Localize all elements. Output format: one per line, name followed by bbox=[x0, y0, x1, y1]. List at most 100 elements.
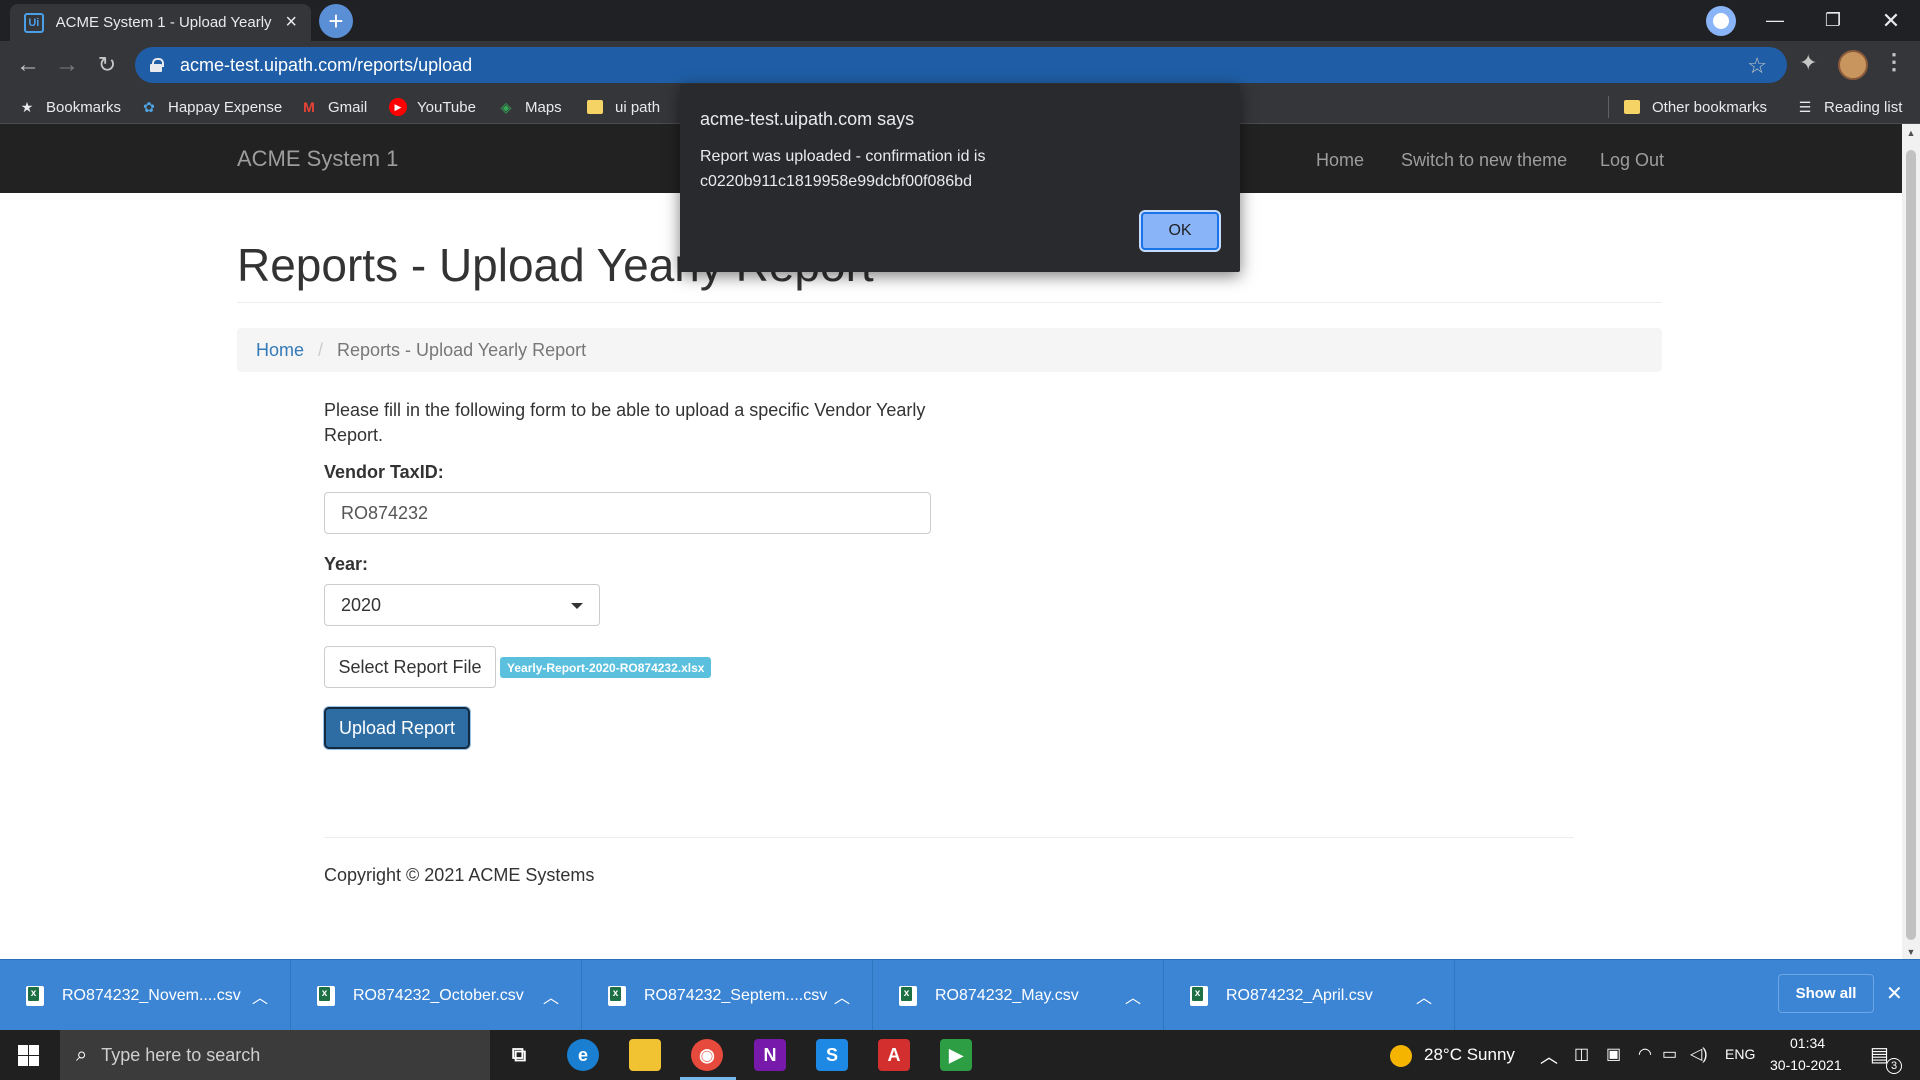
year-label: Year: bbox=[324, 554, 369, 574]
tab-strip: Ui ACME System 1 - Upload Yearly R × + —… bbox=[0, 0, 1920, 41]
nav-switch-theme[interactable]: Switch to new theme bbox=[1401, 150, 1567, 171]
download-item[interactable]: RO874232_May.csv ︿ bbox=[873, 960, 1164, 1031]
network-icon[interactable]: ◫ bbox=[1574, 1044, 1589, 1064]
upload-report-button[interactable]: Upload Report bbox=[324, 707, 470, 749]
dialog-message: Report was uploaded - confirmation id is… bbox=[700, 148, 986, 190]
bookmark-ui-path[interactable]: ui path bbox=[587, 95, 660, 119]
reload-icon[interactable]: ↻ bbox=[91, 49, 123, 81]
sun-weather-icon[interactable] bbox=[1390, 1045, 1412, 1067]
download-filename: RO874232_October.csv bbox=[353, 986, 524, 1004]
select-report-file-button[interactable]: Select Report File bbox=[324, 646, 496, 688]
task-view-icon[interactable]: ⧉ bbox=[503, 1039, 535, 1071]
bookmark-gmail[interactable]: M Gmail bbox=[300, 95, 367, 119]
minimize-icon[interactable]: — bbox=[1752, 0, 1798, 41]
browser-menu-icon[interactable]: ⋮ bbox=[1883, 49, 1905, 75]
download-filename: RO874232_Novem....csv bbox=[62, 986, 241, 1004]
forward-icon[interactable]: → bbox=[51, 49, 83, 81]
acrobat-icon[interactable]: A bbox=[878, 1039, 910, 1071]
copyright-text: Copyright © 2021 ACME Systems bbox=[324, 865, 595, 885]
close-shelf-icon[interactable]: ✕ bbox=[1886, 981, 1903, 1006]
clock-date[interactable]: 30-10-2021 bbox=[1770, 1057, 1842, 1073]
breadcrumb-home[interactable]: Home bbox=[256, 340, 304, 361]
tab-search-icon[interactable] bbox=[1706, 6, 1736, 36]
scroll-thumb[interactable] bbox=[1906, 150, 1916, 940]
edge-icon[interactable]: e bbox=[567, 1039, 599, 1071]
nav-log-out[interactable]: Log Out bbox=[1600, 150, 1664, 171]
happay-icon: ✿ bbox=[143, 98, 155, 115]
page-scrollbar[interactable]: ▲ ▼ bbox=[1902, 124, 1920, 959]
year-select[interactable]: 2020 bbox=[324, 584, 600, 626]
chevron-up-icon[interactable]: ︿ bbox=[1416, 984, 1432, 1008]
bookmark-bookmarks[interactable]: ★ Bookmarks bbox=[18, 95, 121, 119]
notification-count: 3 bbox=[1886, 1058, 1902, 1074]
vendor-taxid-input[interactable]: RO874232 bbox=[324, 492, 931, 534]
volume-icon[interactable]: ◁) bbox=[1690, 1044, 1708, 1064]
nav-home[interactable]: Home bbox=[1316, 150, 1364, 171]
star-icon: ★ bbox=[20, 98, 34, 115]
bookmark-label: Maps bbox=[525, 98, 562, 116]
other-bookmarks[interactable]: Other bookmarks bbox=[1624, 95, 1767, 119]
other-bookmarks-label: Other bookmarks bbox=[1652, 98, 1768, 116]
site-brand[interactable]: ACME System 1 bbox=[237, 146, 398, 172]
weather-text[interactable]: 28°C Sunny bbox=[1424, 1045, 1515, 1065]
taskbar-search[interactable]: ⌕ Type here to search bbox=[60, 1030, 490, 1080]
excel-file-icon bbox=[608, 985, 626, 1006]
address-bar[interactable]: acme-test.uipath.com/reports/upload ☆ bbox=[135, 47, 1787, 83]
chevron-up-icon[interactable]: ︿ bbox=[252, 984, 268, 1008]
download-filename: RO874232_April.csv bbox=[1226, 986, 1373, 1004]
bookmark-youtube[interactable]: ▶ YouTube bbox=[389, 95, 476, 119]
lock-icon[interactable] bbox=[150, 58, 164, 72]
scroll-up-icon[interactable]: ▲ bbox=[1905, 128, 1917, 138]
excel-file-icon bbox=[899, 985, 917, 1006]
bookmark-maps[interactable]: ◈ Maps bbox=[497, 95, 562, 119]
bookmark-star-icon[interactable]: ☆ bbox=[1747, 53, 1767, 79]
reading-list[interactable]: ☰ Reading list bbox=[1796, 95, 1903, 119]
media-player-icon[interactable]: ▶ bbox=[940, 1039, 972, 1071]
download-filename: RO874232_Septem....csv bbox=[644, 986, 828, 1004]
uipath-favicon-icon: Ui bbox=[24, 12, 44, 33]
restore-icon[interactable]: ❐ bbox=[1810, 0, 1856, 41]
bookmark-label: Happay Expense bbox=[168, 98, 283, 116]
breadcrumb: Home / Reports - Upload Yearly Report bbox=[237, 328, 1662, 372]
scroll-down-icon[interactable]: ▼ bbox=[1905, 947, 1917, 957]
close-window-icon[interactable]: ✕ bbox=[1868, 0, 1914, 41]
bookmark-happay[interactable]: ✿ Happay Expense bbox=[140, 95, 282, 119]
wifi-icon[interactable]: ◠ bbox=[1638, 1044, 1652, 1064]
tab-close-icon[interactable]: × bbox=[281, 11, 301, 34]
new-tab-button[interactable]: + bbox=[319, 4, 353, 38]
chevron-up-icon[interactable]: ︿ bbox=[1125, 984, 1141, 1008]
chevron-up-icon[interactable]: ︿ bbox=[834, 984, 850, 1008]
url-text: acme-test.uipath.com/reports/upload bbox=[180, 54, 473, 75]
folder-icon bbox=[1624, 100, 1640, 114]
profile-avatar[interactable] bbox=[1838, 50, 1868, 80]
back-icon[interactable]: ← bbox=[12, 49, 44, 81]
vendor-taxid-label: Vendor TaxID: bbox=[324, 462, 444, 482]
browser-tab[interactable]: Ui ACME System 1 - Upload Yearly R × bbox=[10, 4, 311, 41]
youtube-icon: ▶ bbox=[389, 98, 407, 116]
download-item[interactable]: RO874232_Novem....csv ︿ bbox=[0, 960, 291, 1031]
download-item[interactable]: RO874232_October.csv ︿ bbox=[291, 960, 582, 1031]
breadcrumb-current: Reports - Upload Yearly Report bbox=[337, 339, 587, 360]
download-filename: RO874232_May.csv bbox=[935, 986, 1079, 1004]
battery-icon[interactable]: ▭ bbox=[1662, 1044, 1677, 1064]
meet-now-icon[interactable]: ▣ bbox=[1606, 1044, 1621, 1064]
windows-start-icon[interactable] bbox=[18, 1045, 39, 1066]
form-intro: Please fill in the following form to be … bbox=[324, 400, 926, 445]
uipath-studio-icon[interactable]: S bbox=[816, 1039, 848, 1071]
downloads-shelf: RO874232_Novem....csv ︿ RO874232_October… bbox=[0, 959, 1920, 1031]
tray-chevron-icon[interactable]: ︿ bbox=[1540, 1043, 1558, 1069]
chrome-icon[interactable]: ◉ bbox=[691, 1039, 723, 1071]
year-value: 2020 bbox=[341, 594, 382, 615]
bookmark-divider bbox=[1608, 96, 1609, 118]
download-item[interactable]: RO874232_April.csv ︿ bbox=[1164, 960, 1455, 1031]
language-indicator[interactable]: ENG bbox=[1725, 1046, 1755, 1062]
chevron-up-icon[interactable]: ︿ bbox=[543, 984, 559, 1008]
show-all-downloads-button[interactable]: Show all bbox=[1778, 974, 1874, 1013]
onenote-icon[interactable]: N bbox=[754, 1039, 786, 1071]
clock-time[interactable]: 01:34 bbox=[1790, 1035, 1825, 1051]
download-item[interactable]: RO874232_Septem....csv ︿ bbox=[582, 960, 873, 1031]
excel-file-icon bbox=[26, 985, 44, 1006]
file-explorer-icon[interactable] bbox=[629, 1039, 661, 1071]
dialog-ok-button[interactable]: OK bbox=[1141, 212, 1219, 250]
extensions-icon[interactable]: ✦ bbox=[1799, 50, 1817, 76]
